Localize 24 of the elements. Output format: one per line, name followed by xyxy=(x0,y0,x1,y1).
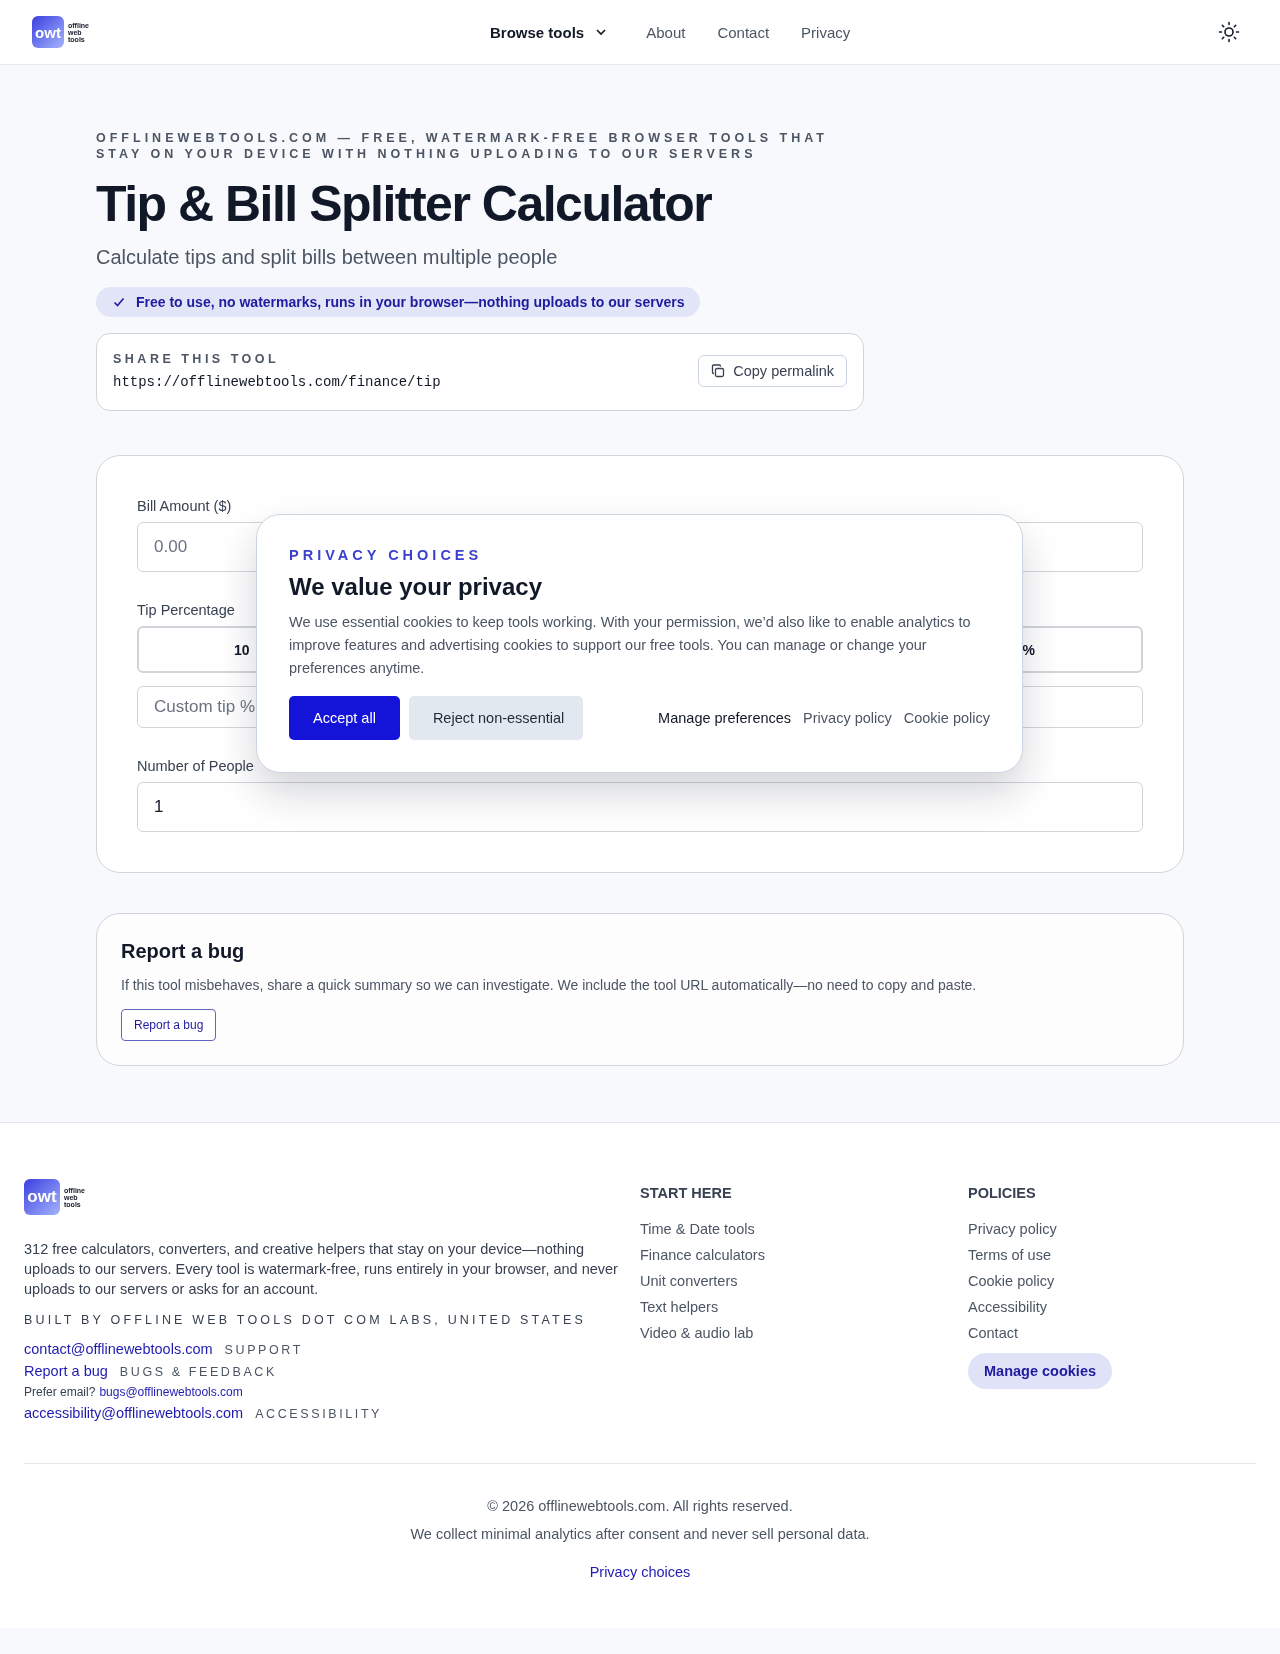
footer-heading: START HERE xyxy=(640,1185,732,1201)
footer-heading: POLICIES xyxy=(968,1185,1036,1201)
share-url: https://offlinewebtools.com/finance/tip xyxy=(113,374,441,390)
dialog-text: We use essential cookies to keep tools working. With your permission, we’d also like to enable analytics to improve features and advertising cookies to support our free tools. You can manage or change your preferences anytime. xyxy=(289,613,972,678)
dialog-eyebrow: PRIVACY CHOICES xyxy=(289,547,484,563)
contact-tag: BUGS & FEEDBACK xyxy=(119,1365,277,1379)
page-title: Tip & Bill Splitter Calculator xyxy=(96,175,713,234)
badge-text: Free to use, no watermarks, runs in your browser—nothing uploads to our servers xyxy=(136,294,685,310)
analytics-note: We collect minimal analytics after consent and never sell personal data. xyxy=(410,1526,870,1542)
contact-tag: ACCESSIBILITY xyxy=(255,1407,383,1421)
footer-about: 312 free calculators, converters, and creative helpers that stay on your device—nothing uploads to our servers. Every tool is watermark-free, runs entirely in your browser, and never uploads to our servers or asks for an account. xyxy=(24,1240,619,1299)
page-subtitle: Calculate tips and split bills between multiple people xyxy=(96,246,559,269)
bug-report-title: Report a bug xyxy=(121,940,246,963)
share-label: SHARE THIS TOOL xyxy=(113,352,281,366)
field-label: Bill Amount ($) xyxy=(137,498,232,514)
bug-report-text: If this tool misbehaves, share a quick summary so we can investigate. We include the tool URL automatically—no need to copy and paste. xyxy=(121,977,978,993)
dialog-title: We value your privacy xyxy=(289,573,543,601)
email-note: Prefer email? xyxy=(24,1385,96,1399)
contact-tag: SUPPORT xyxy=(224,1343,303,1357)
field-label: Number of People xyxy=(137,758,254,774)
built-by-text: BUILT BY OFFLINE WEB TOOLS DOT COM LABS, UNITED STATES xyxy=(24,1313,587,1327)
field-label: Tip Percentage xyxy=(137,602,235,618)
tagline: OFFLINEWEBTOOLS.COM — FREE, WATERMARK-FREE BROWSER TOOLS THAT STAY ON YOUR DEVICE WITH NOTHING UPLOADING TO OUR SERVERS xyxy=(96,130,829,162)
copyright-text: © 2026 offlinewebtools.com. All rights reserved. xyxy=(487,1498,793,1514)
